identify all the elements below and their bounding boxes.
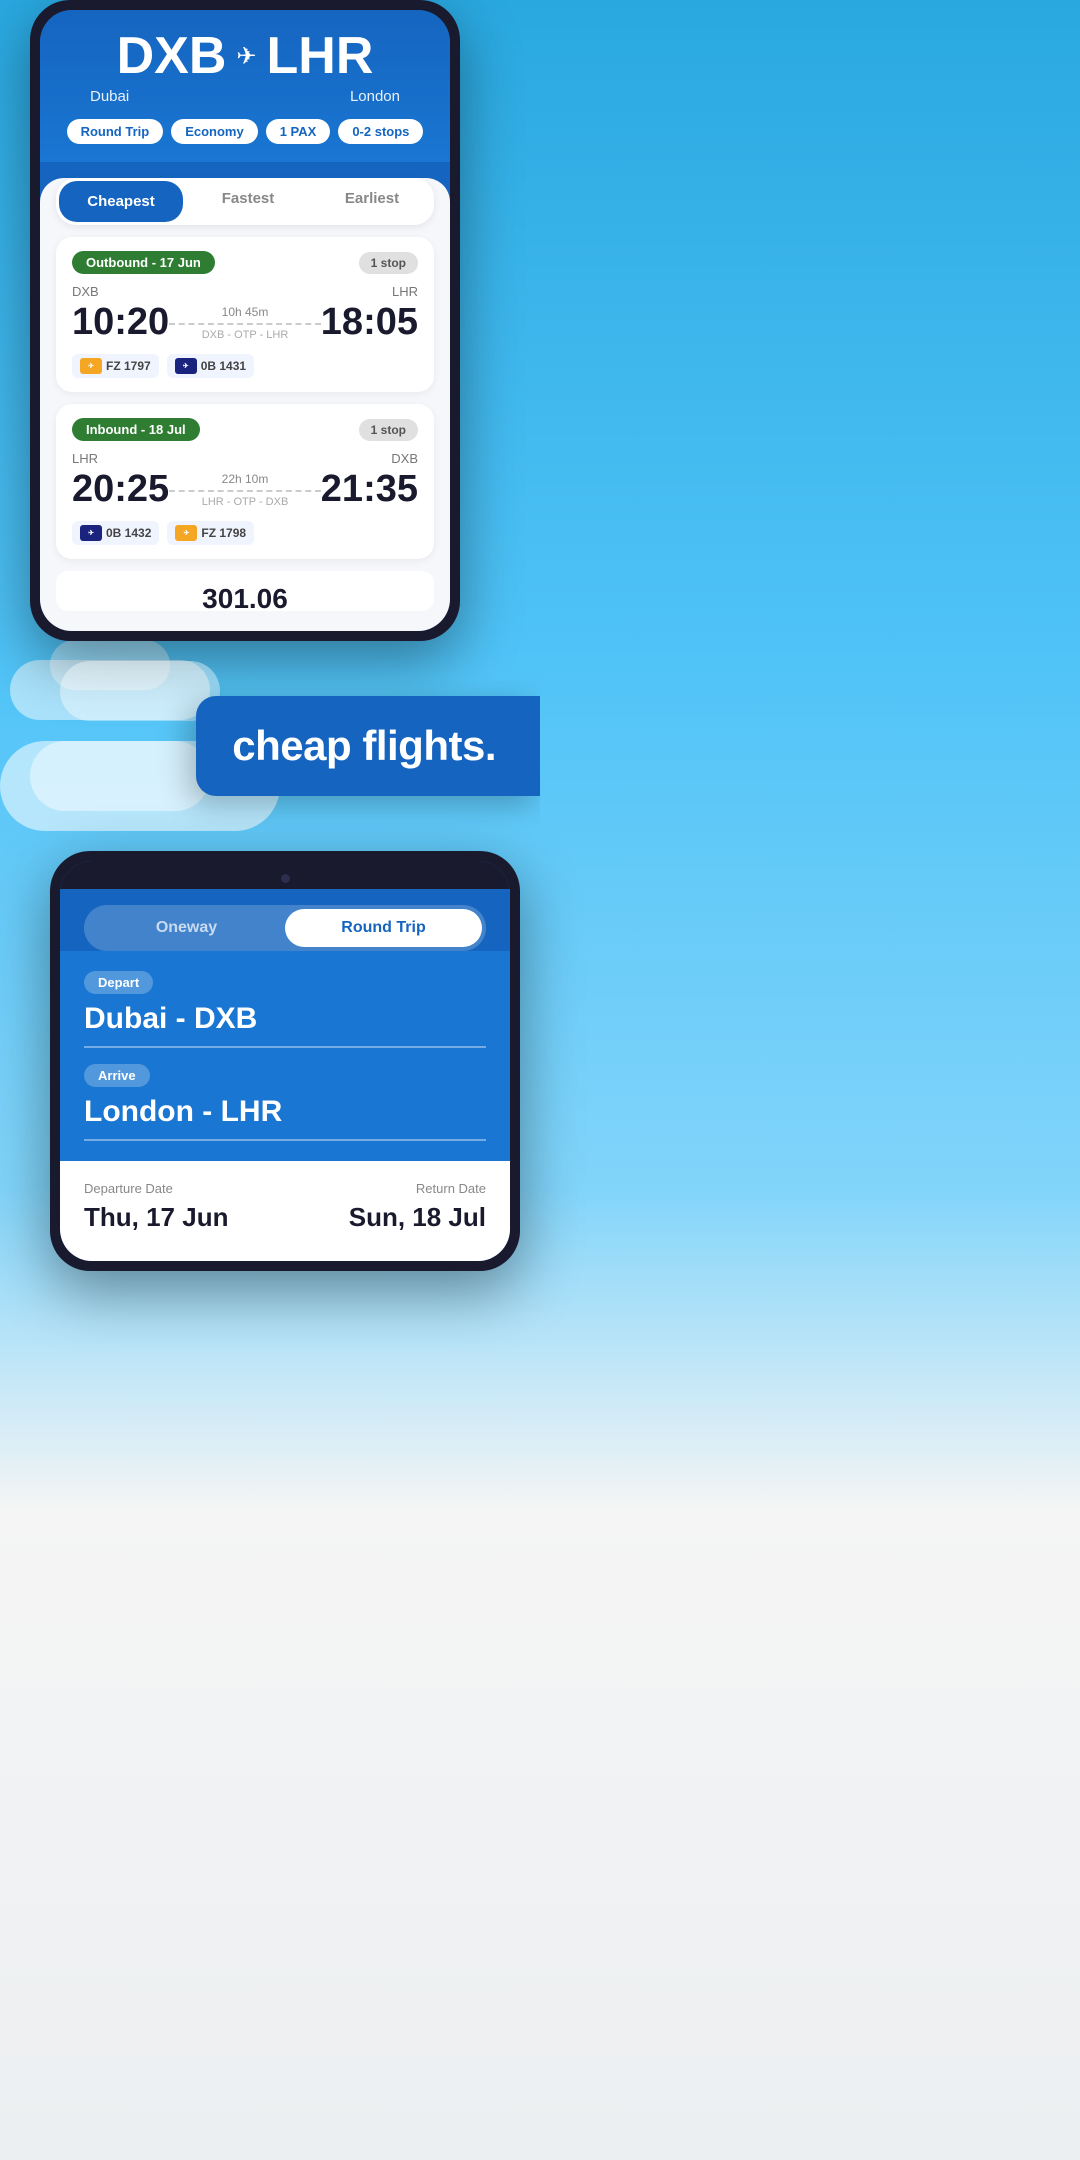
round-trip-option[interactable]: Round Trip (285, 909, 482, 947)
oneway-option[interactable]: Oneway (88, 909, 285, 947)
outbound-airlines: ✈ FZ 1797 ✈ 0B 1431 (72, 354, 418, 378)
depart-value: Dubai - DXB (84, 1002, 486, 1048)
inbound-from: LHR (72, 451, 98, 466)
inbound-airline-2: ✈ FZ 1798 (167, 521, 254, 545)
phone1-header: DXB ✈ LHR Dubai London Round Trip Econom… (40, 10, 450, 162)
tab-cheapest[interactable]: Cheapest (59, 181, 183, 222)
dates-labels-row: Departure Date Return Date (84, 1181, 486, 1196)
inbound-flight-card[interactable]: Inbound - 18 Jul 1 stop LHR DXB 20:25 22… (56, 404, 434, 559)
from-airport-code: DXB (117, 30, 227, 82)
inbound-flight-1: 0B 1432 (106, 526, 151, 540)
airport-names-row: Dubai London (60, 88, 430, 105)
departure-date-label: Departure Date (84, 1181, 173, 1196)
from-city: Dubai (90, 88, 129, 105)
outbound-label: Outbound - 17 Jun (72, 251, 215, 274)
airport-codes-row: DXB ✈ LHR (60, 30, 430, 82)
phone1-content: Cheapest Fastest Earliest Outbound - 17 … (40, 178, 450, 631)
outbound-to: LHR (392, 284, 418, 299)
to-city: London (350, 88, 400, 105)
outbound-header: Outbound - 17 Jun 1 stop (72, 251, 418, 274)
outbound-airline-2: ✈ 0B 1431 (167, 354, 254, 378)
inbound-arr-time: 21:35 (321, 468, 418, 511)
pax-tag[interactable]: 1 PAX (266, 119, 331, 144)
arrive-label: Arrive (84, 1064, 150, 1087)
outbound-stops: 1 stop (359, 252, 418, 274)
price-strip: 301.06 (56, 571, 434, 611)
notch (240, 867, 330, 889)
flight-arrow-icon: ✈ (236, 42, 256, 71)
inbound-duration-box: 22h 10m LHR - OTP - DXB (169, 472, 321, 508)
inbound-dep-time: 20:25 (72, 468, 169, 511)
search-tags: Round Trip Economy 1 PAX 0-2 stops (60, 119, 430, 162)
stops-tag[interactable]: 0-2 stops (338, 119, 423, 144)
outbound-airline-1: ✈ FZ 1797 (72, 354, 159, 378)
phone1-device: DXB ✈ LHR Dubai London Round Trip Econom… (30, 0, 460, 641)
trip-type-tag[interactable]: Round Trip (67, 119, 164, 144)
middle-section: cheap flights. (0, 641, 540, 851)
return-date-value: Sun, 18 Jul (349, 1202, 486, 1233)
inbound-airlines: ✈ 0B 1432 ✈ FZ 1798 (72, 521, 418, 545)
to-airport-code: LHR (267, 30, 374, 82)
outbound-flight-2: 0B 1431 (201, 359, 246, 373)
phone2-inner: Oneway Round Trip Depart Dubai - DXB Arr… (60, 861, 510, 1261)
departure-date-value: Thu, 17 Jun (84, 1202, 228, 1233)
inbound-route: LHR - OTP - DXB (169, 496, 321, 508)
phone2-fields: Depart Dubai - DXB Arrive London - LHR (60, 951, 510, 1161)
outbound-route-labels: DXB LHR (72, 284, 418, 299)
outbound-line (169, 323, 321, 325)
inbound-stops: 1 stop (359, 419, 418, 441)
sort-tabs: Cheapest Fastest Earliest (56, 178, 434, 225)
outbound-duration: 10h 45m (169, 305, 321, 319)
dates-values-row: Thu, 17 Jun Sun, 18 Jul (84, 1202, 486, 1233)
blue-logo: ✈ (175, 358, 197, 374)
outbound-dep-time: 10:20 (72, 301, 169, 344)
tab-earliest[interactable]: Earliest (310, 178, 434, 225)
camera-icon (281, 874, 290, 883)
dubai2-logo: ✈ (175, 525, 197, 541)
inbound-line (169, 490, 321, 492)
cabin-tag[interactable]: Economy (171, 119, 258, 144)
inbound-label: Inbound - 18 Jul (72, 418, 200, 441)
outbound-flight-1: FZ 1797 (106, 359, 151, 373)
arrive-value: London - LHR (84, 1095, 486, 1141)
return-date-label: Return Date (416, 1181, 486, 1196)
tagline-box: cheap flights. (196, 696, 540, 796)
trip-toggle: Oneway Round Trip (84, 905, 486, 951)
phone2-wrapper: Oneway Round Trip Depart Dubai - DXB Arr… (0, 851, 540, 1301)
price-value: 301.06 (202, 583, 288, 599)
inbound-duration: 22h 10m (169, 472, 321, 486)
inbound-to: DXB (391, 451, 418, 466)
outbound-from: DXB (72, 284, 99, 299)
trip-toggle-section: Oneway Round Trip (60, 889, 510, 951)
arrive-field[interactable]: Arrive London - LHR (84, 1064, 486, 1141)
depart-label: Depart (84, 971, 153, 994)
inbound-times: 20:25 22h 10m LHR - OTP - DXB 21:35 (72, 468, 418, 511)
dubai-logo: ✈ (80, 358, 102, 374)
inbound-header: Inbound - 18 Jul 1 stop (72, 418, 418, 441)
tab-fastest[interactable]: Fastest (186, 178, 310, 225)
outbound-times: 10:20 10h 45m DXB - OTP - LHR 18:05 (72, 301, 418, 344)
outbound-arr-time: 18:05 (321, 301, 418, 344)
inbound-flight-2: FZ 1798 (201, 526, 246, 540)
outbound-duration-box: 10h 45m DXB - OTP - LHR (169, 305, 321, 341)
inbound-airline-1: ✈ 0B 1432 (72, 521, 159, 545)
dates-section: Departure Date Return Date Thu, 17 Jun S… (60, 1161, 510, 1261)
tagline-text: cheap flights. (232, 722, 496, 769)
outbound-route: DXB - OTP - LHR (169, 329, 321, 341)
blue2-logo: ✈ (80, 525, 102, 541)
depart-field[interactable]: Depart Dubai - DXB (84, 971, 486, 1048)
outbound-flight-card[interactable]: Outbound - 17 Jun 1 stop DXB LHR 10:20 1… (56, 237, 434, 392)
phone2-device: Oneway Round Trip Depart Dubai - DXB Arr… (50, 851, 520, 1271)
notch-bar (60, 861, 510, 889)
inbound-route-labels: LHR DXB (72, 451, 418, 466)
